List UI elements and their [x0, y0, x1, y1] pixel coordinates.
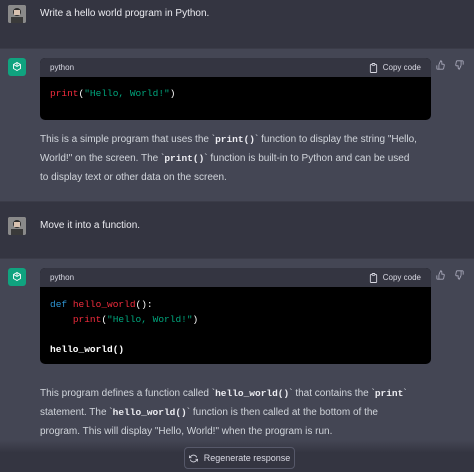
inline-code: print()	[164, 153, 205, 164]
clipboard-icon	[369, 62, 377, 73]
text-fragment: This program defines a function called `	[40, 388, 216, 399]
user-avatar	[8, 217, 26, 235]
feedback-buttons	[436, 57, 464, 75]
code-content: def hello_world(): print("Hello, World!"…	[40, 287, 431, 364]
code-token-paren: )	[169, 88, 176, 99]
code-token-string: "Hello, World!"	[107, 314, 193, 325]
openai-logo-icon	[8, 268, 26, 286]
assistant-response-text: This is a simple program that uses the `…	[40, 130, 420, 187]
code-token-paren: ():	[135, 299, 153, 310]
user-message-text: Write a hello world program in Python.	[40, 8, 210, 19]
thumbs-up-icon[interactable]	[436, 267, 446, 285]
thumbs-down-icon[interactable]	[454, 57, 464, 75]
code-token-paren: )	[192, 314, 199, 325]
regenerate-response-button[interactable]: Regenerate response	[184, 447, 295, 469]
code-token-function: print	[72, 314, 102, 325]
code-language-label: python	[50, 63, 75, 72]
assistant-message-1: python Copy code print("Hello, World!") …	[0, 48, 474, 202]
user-message-2: Move it into a function.	[0, 202, 474, 258]
chat-page: Write a hello world program in Python. p…	[0, 0, 474, 472]
user-message-text: Move it into a function.	[40, 220, 141, 231]
feedback-buttons	[436, 267, 464, 285]
code-header: python Copy code	[40, 58, 431, 77]
thumbs-down-icon[interactable]	[454, 267, 464, 285]
inline-code: hello_world()	[112, 407, 187, 418]
code-token-call: hello_world()	[50, 344, 125, 355]
code-header: python Copy code	[40, 268, 431, 287]
assistant-response-text: This program defines a function called `…	[40, 384, 420, 441]
copy-code-label: Copy code	[382, 273, 421, 282]
openai-logo-icon	[8, 58, 26, 76]
copy-code-button[interactable]: Copy code	[369, 62, 421, 73]
copy-code-button[interactable]: Copy code	[369, 272, 421, 283]
inline-code: hello_world()	[215, 388, 290, 399]
user-message-1: Write a hello world program in Python.	[0, 0, 474, 48]
regenerate-label: Regenerate response	[203, 453, 291, 463]
code-token-string: "Hello, World!"	[84, 88, 170, 99]
refresh-icon	[188, 454, 198, 462]
code-block-1: python Copy code print("Hello, World!")	[40, 58, 431, 120]
code-token-function-name: hello_world	[72, 299, 136, 310]
text-fragment: This is a simple program that uses the `	[40, 134, 216, 145]
code-token-keyword: def	[50, 299, 68, 310]
text-fragment: ` that contains the `	[289, 388, 375, 399]
copy-code-label: Copy code	[382, 63, 421, 72]
inline-code: print	[374, 388, 404, 399]
code-content: print("Hello, World!")	[40, 77, 431, 111]
inline-code: print()	[215, 134, 255, 145]
user-avatar	[8, 5, 26, 23]
code-block-2: python Copy code def hello_world(): prin…	[40, 268, 431, 364]
code-language-label: python	[50, 273, 75, 282]
clipboard-icon	[369, 272, 377, 283]
code-token-function: print	[50, 88, 79, 99]
thumbs-up-icon[interactable]	[436, 57, 446, 75]
